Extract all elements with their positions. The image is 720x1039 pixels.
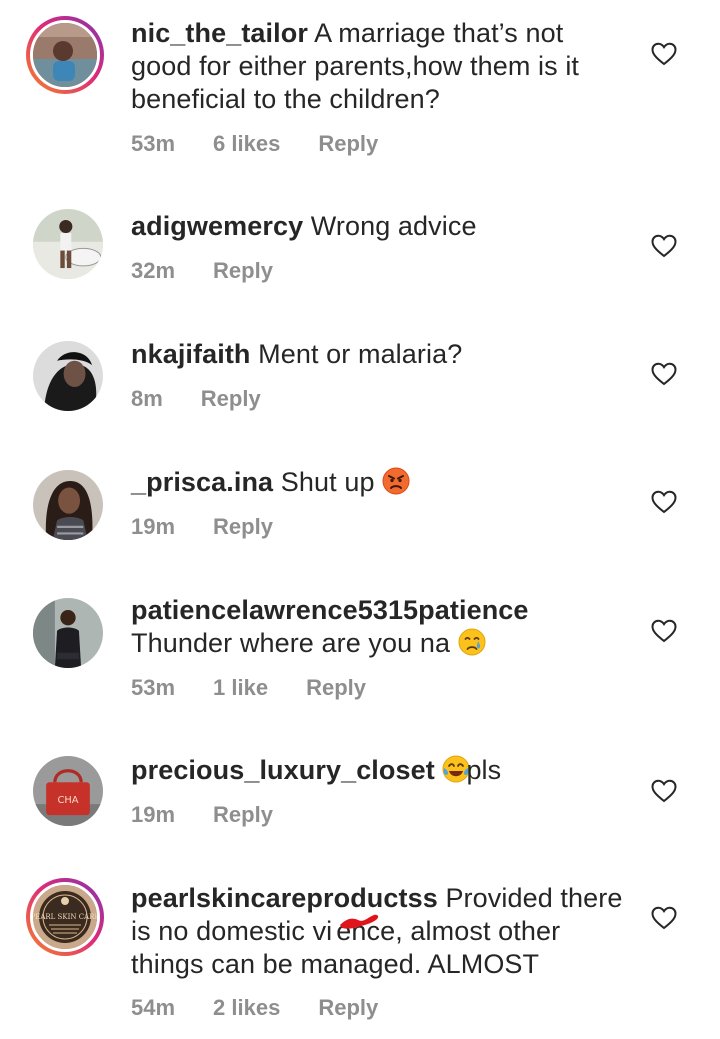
- comment-time: 19m: [131, 514, 176, 539]
- heart-icon[interactable]: [651, 42, 677, 66]
- avatar-photo: [33, 470, 103, 540]
- pouting-face-emoji: [382, 467, 410, 495]
- comment-text: Wrong advice: [310, 211, 477, 241]
- crying-face-emoji: [458, 628, 486, 656]
- heart-icon[interactable]: [651, 619, 677, 643]
- comment-meta: 8m Reply: [131, 386, 299, 412]
- comment-text-line2a: is no domestic vi: [131, 916, 333, 946]
- avatar-photo: CHA: [33, 756, 103, 826]
- reply-button[interactable]: Reply: [213, 802, 273, 828]
- comment-time: 53m: [131, 131, 176, 156]
- heart-icon[interactable]: [651, 779, 677, 803]
- avatar-photo: [33, 598, 103, 668]
- avatar-photo: [33, 209, 103, 279]
- reply-button[interactable]: Reply: [306, 675, 366, 701]
- comment-text-line1: Provided there: [445, 883, 623, 913]
- comment-text: Shut up: [280, 467, 375, 497]
- comment-username[interactable]: nic_the_tailor: [131, 18, 308, 48]
- comment-text: pls: [466, 755, 502, 785]
- comment-body: precious_luxury_closet pls: [131, 754, 626, 787]
- bag-logo-text: CHA: [58, 795, 79, 806]
- comment-time: 19m: [131, 802, 176, 827]
- reply-button[interactable]: Reply: [213, 514, 273, 540]
- comment-username[interactable]: pearlskincareproductss: [131, 883, 438, 913]
- comment-text: Thunder where are you na: [131, 628, 451, 658]
- comment-time: 54m: [131, 995, 176, 1020]
- comment-text: Ment or malaria?: [258, 339, 463, 369]
- avatar[interactable]: CHA: [33, 756, 103, 826]
- reply-button[interactable]: Reply: [201, 386, 261, 412]
- comment-likes[interactable]: 1 like: [213, 675, 268, 701]
- red-scribble: [340, 914, 379, 929]
- comment-body: adigwemercy Wrong advice: [131, 210, 626, 243]
- comment-meta: 53m 6 likes Reply: [131, 131, 416, 157]
- comment-item: nkajifaith Ment or malaria? 8m Reply: [0, 313, 720, 433]
- avatar[interactable]: [33, 209, 103, 279]
- comment-item: _prisca.ina Shut up 19m Reply: [0, 441, 720, 561]
- comment-username[interactable]: _prisca.ina: [131, 467, 273, 497]
- comment-username[interactable]: adigwemercy: [131, 211, 303, 241]
- heart-icon[interactable]: [651, 490, 677, 514]
- avatar-photo: [33, 23, 97, 87]
- reply-button[interactable]: Reply: [318, 131, 378, 157]
- avatar-photo: PEARL SKIN CARE: [33, 885, 97, 949]
- comment-item: CHA precious_luxury_closet pls 19m Reply: [0, 729, 720, 857]
- avatar[interactable]: [26, 16, 104, 94]
- comment-item: PEARL SKIN CARE pearlskincareproductss P…: [0, 857, 720, 1039]
- comment-meta: 53m 1 like Reply: [131, 675, 404, 701]
- comment-meta: 19m Reply: [131, 802, 311, 828]
- comment-item: adigwemercy Wrong advice 32m Reply: [0, 185, 720, 305]
- avatar-logo-text: PEARL SKIN CARE: [33, 913, 97, 921]
- heart-icon[interactable]: [651, 906, 677, 930]
- avatar[interactable]: PEARL SKIN CARE: [26, 878, 104, 956]
- avatar-photo: [33, 341, 103, 411]
- heart-icon[interactable]: [651, 234, 677, 258]
- avatar[interactable]: [33, 598, 103, 668]
- comment-body: _prisca.ina Shut up: [131, 466, 626, 499]
- comment-likes[interactable]: 2 likes: [213, 995, 280, 1021]
- reply-button[interactable]: Reply: [318, 995, 378, 1021]
- comment-time: 8m: [131, 386, 163, 411]
- reply-button[interactable]: Reply: [213, 258, 273, 284]
- comment-item: patiencelawrence5315patience Thunder whe…: [0, 569, 720, 729]
- comment-username[interactable]: precious_luxury_closet: [131, 755, 435, 785]
- heart-icon[interactable]: [651, 362, 677, 386]
- comment-meta: 19m Reply: [131, 514, 311, 540]
- comment-meta: 54m 2 likes Reply: [131, 995, 416, 1021]
- comment-body: nic_the_tailor A marriage that’s not goo…: [131, 17, 626, 116]
- comment-item: nic_the_tailor A marriage that’s not goo…: [0, 0, 720, 170]
- comment-username[interactable]: patiencelawrence5315patience: [131, 595, 529, 625]
- avatar[interactable]: [33, 341, 103, 411]
- comment-meta: 32m Reply: [131, 258, 311, 284]
- comment-body: nkajifaith Ment or malaria?: [131, 338, 626, 371]
- comment-time: 53m: [131, 675, 176, 700]
- avatar[interactable]: [33, 470, 103, 540]
- comment-text-line3: things can be managed. ALMOST: [131, 949, 540, 979]
- comment-username[interactable]: nkajifaith: [131, 339, 251, 369]
- comment-likes[interactable]: 6 likes: [213, 131, 280, 157]
- comment-body: patiencelawrence5315patience Thunder whe…: [131, 594, 626, 660]
- comment-time: 32m: [131, 258, 176, 283]
